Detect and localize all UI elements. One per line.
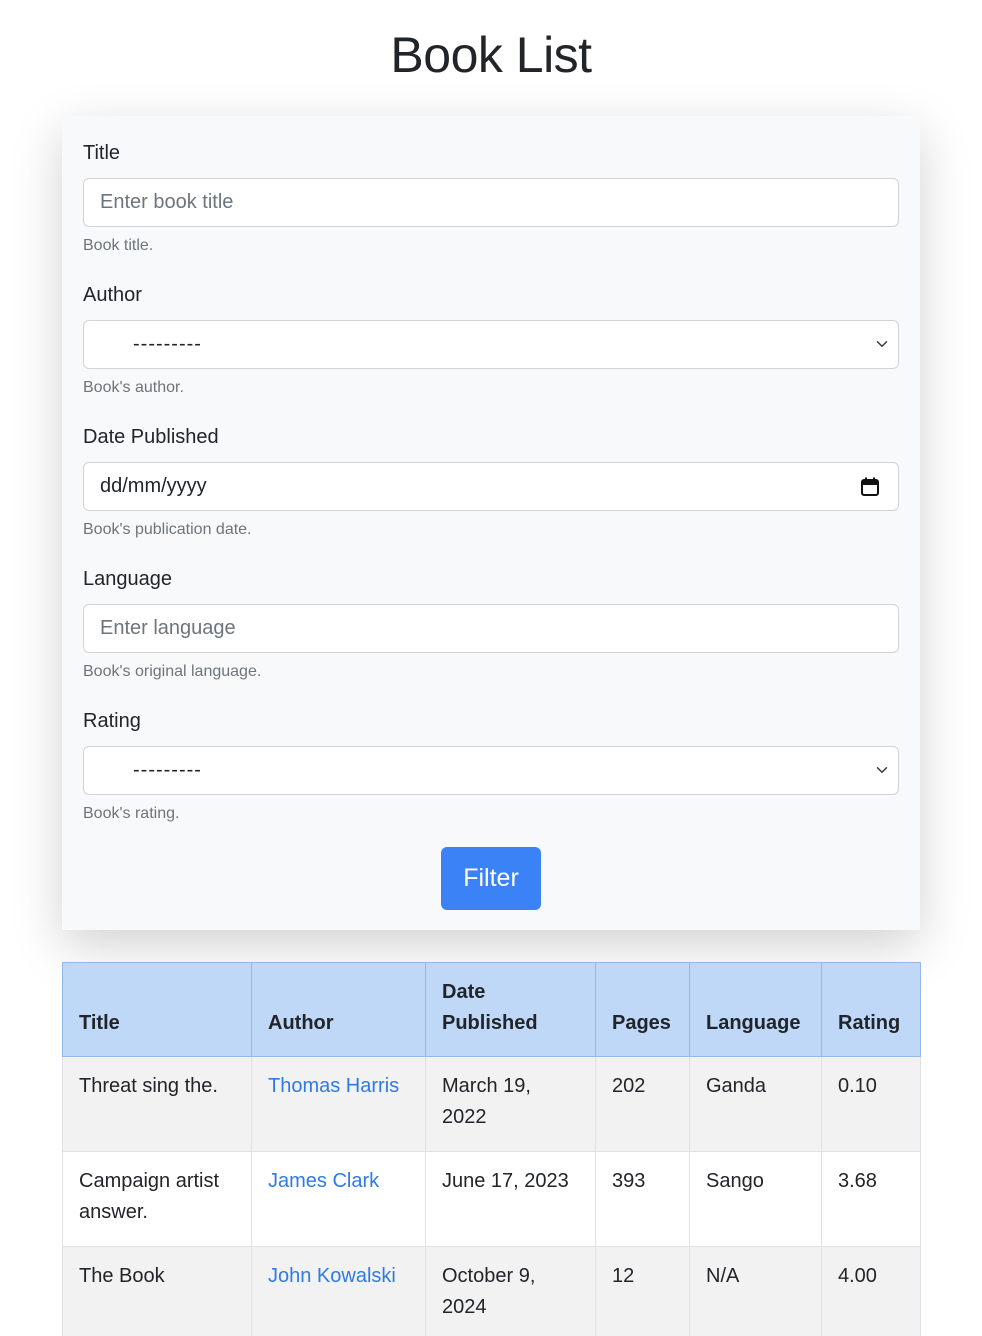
cell-author: James Clark [251,1151,426,1247]
cell-title: The Book [62,1246,252,1336]
author-label: Author [83,284,142,306]
cell-pages: 12 [595,1246,690,1336]
calendar-icon[interactable] [861,477,879,496]
author-link[interactable]: James Clark [268,1170,379,1192]
column-header-pages[interactable]: Pages [595,962,690,1057]
date-help-text: Book's publication date. [83,521,252,538]
table-row: The Book John Kowalski October 9, 2024 1… [62,1246,921,1336]
author-link[interactable]: John Kowalski [268,1265,396,1287]
page-title: Book List [390,27,592,83]
title-input-box[interactable] [83,178,899,227]
page: Book List Title Book title. Author -----… [0,0,982,1336]
rating-select[interactable]: --------- [83,746,899,795]
rating-select-value: --------- [133,759,202,781]
cell-date-published: October 9, 2024 [425,1246,596,1336]
title-field-group: Title Book title. [83,140,899,256]
cell-author: Thomas Harris [251,1056,426,1152]
table-row: Threat sing the. Thomas Harris March 19,… [62,1056,921,1152]
cell-title: Threat sing the. [62,1056,252,1152]
table-header-row: Title Author Date Published Pages Langua… [62,962,921,1057]
author-select[interactable]: --------- [83,320,899,369]
book-table: Title Author Date Published Pages Langua… [62,962,921,1336]
language-input-box[interactable] [83,604,899,653]
chevron-down-icon [876,767,888,773]
author-link[interactable]: Thomas Harris [268,1075,399,1097]
column-header-language[interactable]: Language [689,962,822,1057]
language-input[interactable] [100,606,882,651]
cell-date-published: March 19, 2022 [425,1056,596,1152]
filter-button[interactable]: Filter [441,847,541,910]
cell-language: Ganda [689,1056,822,1152]
cell-rating: 3.68 [821,1151,921,1247]
cell-pages: 393 [595,1151,690,1247]
chevron-down-icon [876,341,888,347]
cell-date-published: June 17, 2023 [425,1151,596,1247]
author-field-group: Author --------- Book's author. [83,282,899,398]
cell-title: Campaign artist answer. [62,1151,252,1247]
cell-pages: 202 [595,1056,690,1152]
rating-label: Rating [83,710,141,732]
title-help-text: Book title. [83,237,154,254]
column-header-author[interactable]: Author [251,962,426,1057]
rating-field-group: Rating --------- Book's rating. [83,708,899,824]
column-header-rating[interactable]: Rating [821,962,921,1057]
date-published-input[interactable]: dd/mm/yyyy [83,462,899,511]
date-field-group: Date Published dd/mm/yyyy Book's publica… [83,424,899,540]
cell-language: Sango [689,1151,822,1247]
date-published-label: Date Published [83,426,219,448]
cell-rating: 0.10 [821,1056,921,1152]
language-field-group: Language Book's original language. [83,566,899,682]
language-label: Language [83,568,172,590]
title-label: Title [83,142,121,164]
table-row: Campaign artist answer. James Clark June… [62,1151,921,1247]
date-published-placeholder: dd/mm/yyyy [100,475,207,497]
column-header-date-published[interactable]: Date Published [425,962,596,1057]
cell-rating: 4.00 [821,1246,921,1336]
title-input[interactable] [100,180,882,225]
rating-help-text: Book's rating. [83,805,180,822]
author-help-text: Book's author. [83,379,184,396]
cell-language: N/A [689,1246,822,1336]
cell-author: John Kowalski [251,1246,426,1336]
column-header-title[interactable]: Title [62,962,252,1057]
language-help-text: Book's original language. [83,663,262,680]
filter-form: Title Book title. Author --------- Book'… [62,116,920,930]
author-select-value: --------- [133,333,202,355]
